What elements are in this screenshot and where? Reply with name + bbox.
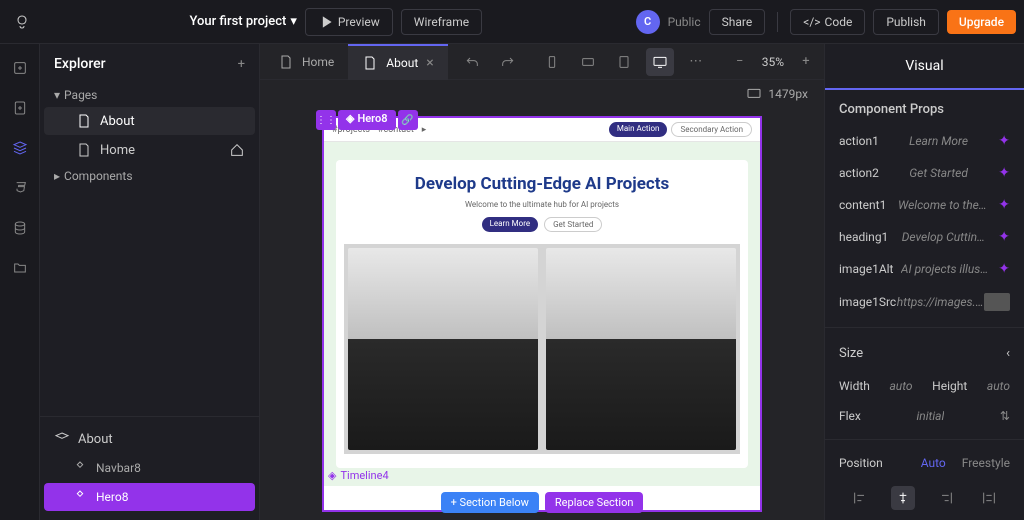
swap-icon[interactable]: ⇅ <box>1000 409 1010 423</box>
position-tab-auto[interactable]: Auto <box>921 456 946 470</box>
add-section-button[interactable]: + Section Below <box>441 492 539 513</box>
align-justify-icon[interactable] <box>977 486 1001 510</box>
sparkle-icon[interactable]: ✦ <box>998 261 1010 277</box>
hero-title: Develop Cutting-Edge AI Projects <box>344 174 740 194</box>
prop-image1src[interactable]: image1Srchttps://images.… <box>825 285 1024 319</box>
add-page-icon[interactable] <box>8 96 32 120</box>
zoom-level: 35% <box>762 55 784 69</box>
tablet-landscape-icon[interactable] <box>574 48 602 76</box>
page-icon <box>278 54 294 70</box>
chevron-left-icon: ‹ <box>1006 346 1010 361</box>
height-value[interactable]: auto <box>987 379 1010 393</box>
tab-home[interactable]: Home <box>264 44 348 80</box>
flex-label: Flex <box>839 409 861 423</box>
timeline-badge[interactable]: ◈Timeline4 <box>328 469 389 482</box>
layers-icon[interactable] <box>8 136 32 160</box>
upgrade-button[interactable]: Upgrade <box>947 10 1016 34</box>
sparkle-icon[interactable]: ✦ <box>998 229 1010 245</box>
height-label: Height <box>932 379 967 393</box>
link-icon[interactable]: 🔗 <box>398 110 418 130</box>
get-started-button[interactable]: Get Started <box>544 217 602 232</box>
zoom-in-icon[interactable]: + <box>792 48 820 76</box>
width-label: Width <box>839 379 870 393</box>
database-icon[interactable] <box>8 216 32 240</box>
props-panel-title: Visual <box>825 44 1024 90</box>
tab-about[interactable]: About × <box>348 44 447 80</box>
width-value[interactable]: auto <box>889 379 912 393</box>
undo-icon[interactable] <box>458 48 486 76</box>
redo-icon[interactable] <box>494 48 522 76</box>
add-icon[interactable] <box>8 56 32 80</box>
position-tab-freestyle[interactable]: Freestyle <box>962 456 1010 470</box>
folder-icon[interactable] <box>8 256 32 280</box>
component-icon <box>72 460 88 476</box>
sparkle-icon[interactable]: ✦ <box>998 165 1010 181</box>
prop-heading1[interactable]: heading1Develop Cuttin…✦ <box>825 221 1024 253</box>
css-icon[interactable] <box>8 176 32 200</box>
preview-button[interactable]: Preview <box>305 8 393 36</box>
position-label: Position <box>839 456 883 470</box>
page-item-about[interactable]: About <box>44 107 255 135</box>
page-icon <box>76 113 92 129</box>
align-right-icon[interactable] <box>934 486 958 510</box>
drag-handle-icon[interactable]: ⋮⋮ <box>316 110 336 130</box>
mobile-icon[interactable] <box>538 48 566 76</box>
add-explorer-icon[interactable]: + <box>238 57 245 72</box>
zoom-out-icon[interactable]: − <box>726 48 754 76</box>
component-icon <box>72 489 88 505</box>
share-button[interactable]: Share <box>709 9 766 35</box>
replace-section-button[interactable]: Replace Section <box>545 492 644 513</box>
desktop-icon <box>746 86 762 102</box>
main-action-pill[interactable]: Main Action <box>609 122 668 137</box>
selection-badge[interactable]: ◈Hero8 <box>338 110 396 130</box>
wireframe-button[interactable]: Wireframe <box>401 9 482 35</box>
outline-header[interactable]: About <box>44 425 255 453</box>
pages-group[interactable]: ▾Pages <box>44 84 255 106</box>
thumbnail-icon[interactable] <box>984 293 1010 311</box>
desktop-icon[interactable] <box>646 48 674 76</box>
page-item-home[interactable]: Home <box>44 136 255 164</box>
components-group[interactable]: ▸Components <box>44 165 255 187</box>
outline-item-navbar8[interactable]: Navbar8 <box>44 454 255 482</box>
page-icon <box>76 142 92 158</box>
component-props-label: Component Props <box>825 90 1024 125</box>
code-button[interactable]: </>Code <box>790 9 865 35</box>
size-section-header[interactable]: Size‹ <box>825 336 1024 371</box>
tablet-icon[interactable] <box>610 48 638 76</box>
hero-subtitle: Welcome to the ultimate hub for AI proje… <box>344 200 740 209</box>
page-icon <box>362 55 378 71</box>
sparkle-icon[interactable]: ✦ <box>998 197 1010 213</box>
hero-image <box>344 244 740 454</box>
publish-button[interactable]: Publish <box>873 9 939 35</box>
prop-content1[interactable]: content1Welcome to the…✦ <box>825 189 1024 221</box>
learn-more-button[interactable]: Learn More <box>482 217 538 232</box>
close-icon[interactable]: × <box>426 55 433 71</box>
visibility-label: Public <box>668 15 701 29</box>
sparkle-icon[interactable]: ✦ <box>998 133 1010 149</box>
flex-value[interactable]: initial <box>916 409 944 423</box>
canvas-width: 1479px <box>768 87 808 101</box>
home-icon <box>229 142 245 158</box>
prop-action2[interactable]: action2Get Started✦ <box>825 157 1024 189</box>
outline-item-hero8[interactable]: Hero8 <box>44 483 255 511</box>
app-logo-icon[interactable] <box>8 8 36 36</box>
user-avatar[interactable]: C <box>636 10 660 34</box>
prop-image1alt[interactable]: image1AltAI projects illust…✦ <box>825 253 1024 285</box>
align-center-icon[interactable] <box>891 486 915 510</box>
layers-icon <box>54 431 70 447</box>
explorer-title: Explorer <box>54 56 106 72</box>
canvas-component[interactable]: ⋮⋮ ◈Hero8 🔗 #projects #contact ▸ Main Ac… <box>322 116 762 512</box>
align-left-icon[interactable] <box>848 486 872 510</box>
project-name-dropdown[interactable]: Your first project▾ <box>189 14 296 29</box>
more-icon[interactable]: ⋯ <box>682 48 710 76</box>
prop-action1[interactable]: action1Learn More✦ <box>825 125 1024 157</box>
secondary-action-pill[interactable]: Secondary Action <box>671 122 752 137</box>
